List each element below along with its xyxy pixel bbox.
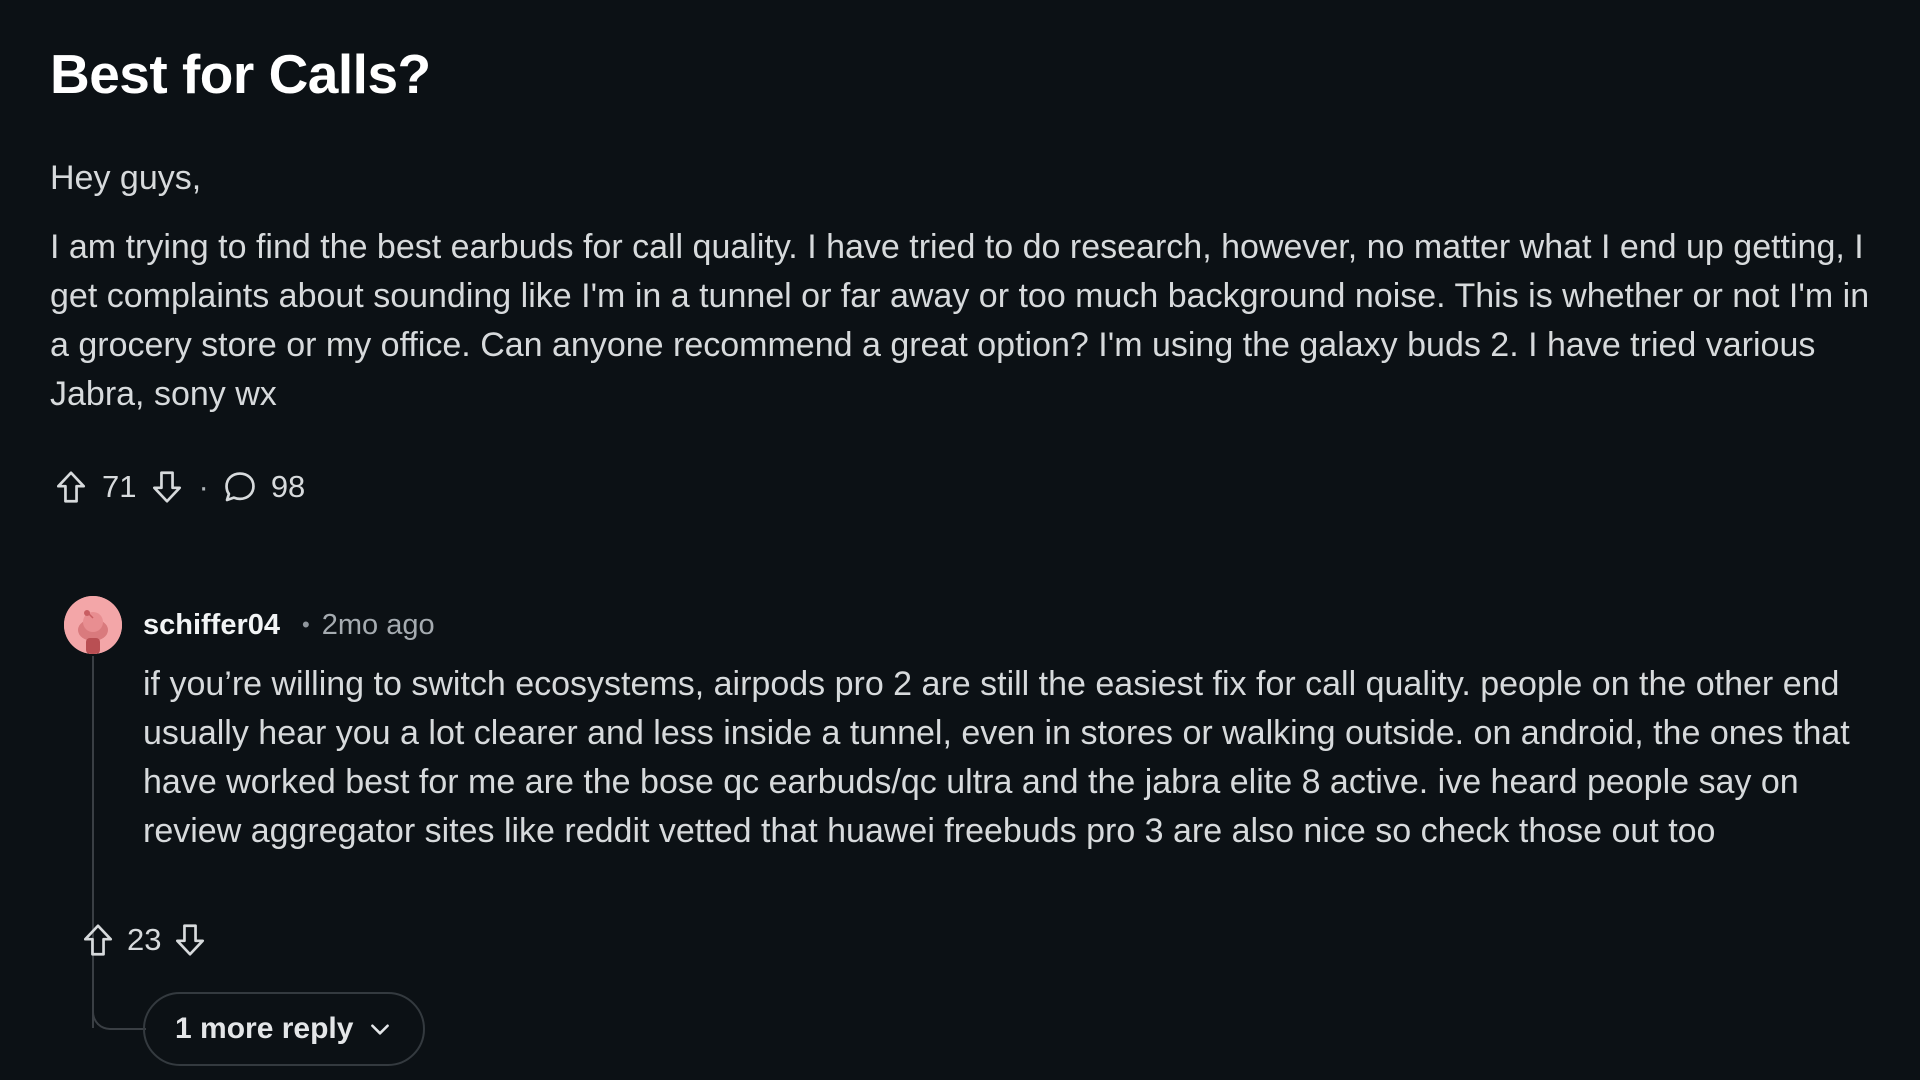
user-avatar-icon <box>64 596 122 654</box>
post-upvote-count: 71 <box>102 469 137 504</box>
separator-dot: • <box>302 612 310 637</box>
post-body-paragraph: I am trying to find the best earbuds for… <box>50 228 1870 413</box>
comment-bubble-icon[interactable] <box>219 466 261 508</box>
post-actions-bar: 71 · 98 <box>50 464 309 510</box>
post-page: Best for Calls? Hey guys, I am trying to… <box>0 0 1920 1080</box>
comment-upvote-count: 23 <box>127 922 162 957</box>
arrow-up-icon[interactable] <box>77 919 119 961</box>
arrow-up-icon[interactable] <box>50 466 92 508</box>
post-comment-count[interactable]: 98 <box>271 469 305 505</box>
separator-dot: · <box>198 469 209 504</box>
comment-meta: schiffer04 • 2mo ago <box>143 604 435 646</box>
comment-body: if you’re willing to switch ecosystems, … <box>143 665 1850 850</box>
arrow-down-icon[interactable] <box>169 919 211 961</box>
more-replies-label: 1 more reply <box>175 1012 354 1045</box>
arrow-down-icon[interactable] <box>146 466 188 508</box>
thread-line[interactable] <box>92 656 94 1028</box>
more-replies-button[interactable]: 1 more reply <box>143 992 426 1066</box>
chevron-down-icon <box>371 1024 390 1035</box>
comment-actions-bar: 23 <box>77 918 211 962</box>
post-title: Best for Calls? <box>50 43 431 105</box>
avatar[interactable] <box>64 596 122 654</box>
comment-author[interactable]: schiffer04 <box>143 609 280 642</box>
comment-timestamp: 2mo ago <box>321 608 435 641</box>
post-body: Hey guys, I am trying to find the best e… <box>50 154 1870 419</box>
post-body-paragraph: Hey guys, <box>50 159 202 197</box>
thread-connector <box>92 1008 146 1030</box>
